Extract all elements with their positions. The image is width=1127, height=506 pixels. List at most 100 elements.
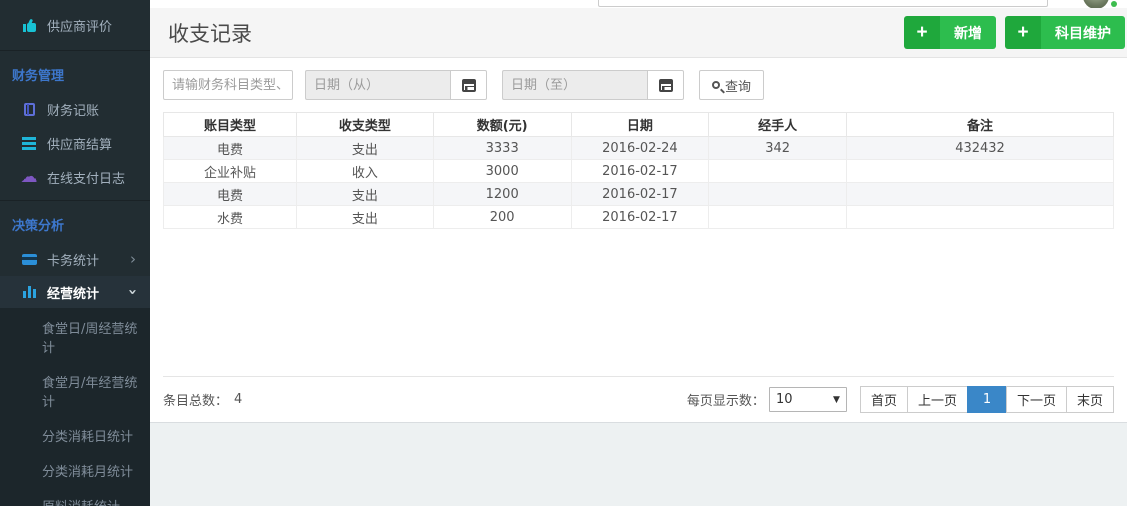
cell: 2016-02-17 <box>571 183 709 206</box>
col-handler: 经手人 <box>709 113 847 137</box>
cell: 2016-02-17 <box>571 206 709 229</box>
page-size-value: 10 <box>776 392 793 407</box>
search-icon <box>712 81 720 89</box>
app-window: 供应商评价 财务管理 财务记账 供应商结算 ☁ 在线支付日志 决策分析 卡务统计… <box>0 0 1127 506</box>
sidebar-item-online-payment-log[interactable]: ☁ 在线支付日志 <box>0 160 150 194</box>
table-footer: 条目总数： 4 每页显示数： 10 ▼ 首页 上一页 1 下一页 末页 <box>163 376 1114 422</box>
sidebar-item-supplier-settlement[interactable]: 供应商结算 <box>0 126 150 160</box>
sidebar-item-label: 供应商评价 <box>47 16 150 35</box>
filter-bar: 查询 <box>163 70 1114 100</box>
status-dot-icon <box>1111 1 1117 7</box>
submenu-item-raw-material[interactable]: 原料消耗统计 <box>0 490 150 506</box>
pagination-last[interactable]: 末页 <box>1066 386 1114 413</box>
date-to-input[interactable] <box>502 70 647 100</box>
cell: 企业补贴 <box>164 160 297 183</box>
table-row[interactable]: 水费 支出 200 2016-02-17 <box>164 206 1114 229</box>
cell: 支出 <box>297 183 434 206</box>
pagination-next[interactable]: 下一页 <box>1006 386 1067 413</box>
pagination-prev[interactable]: 上一页 <box>907 386 968 413</box>
total-count-value: 4 <box>234 392 242 407</box>
submenu-item-category-daily[interactable]: 分类消耗日统计 <box>0 420 150 455</box>
calendar-icon-button[interactable] <box>450 70 487 100</box>
page-title: 收支记录 <box>168 18 252 48</box>
credit-card-icon <box>20 254 38 265</box>
plus-icon: + <box>904 16 940 49</box>
total-count-label: 条目总数： <box>163 390 228 409</box>
sidebar-item-label: 经营统计 <box>47 283 130 302</box>
table-header-row: 账目类型 收支类型 数额(元) 日期 经手人 备注 <box>164 113 1114 137</box>
sidebar-item-card-statistics[interactable]: 卡务统计 › <box>0 242 150 276</box>
col-account-type: 账目类型 <box>164 113 297 137</box>
cell: 432432 <box>847 137 1114 160</box>
subject-maintain-label: 科目维护 <box>1041 16 1125 49</box>
header-actions: + 新增 + 科目维护 <box>904 16 1125 49</box>
pagination-page-1[interactable]: 1 <box>967 386 1007 413</box>
cell: 电费 <box>164 137 297 160</box>
cell: 支出 <box>297 137 434 160</box>
cell: 支出 <box>297 206 434 229</box>
sidebar-item-business-statistics[interactable]: 经营统计 › <box>0 276 150 308</box>
select-arrow-icon: ▼ <box>833 395 840 405</box>
sidebar-item-finance-bookkeeping[interactable]: 财务记账 <box>0 92 150 126</box>
content-header: 收支记录 + 新增 + 科目维护 <box>150 8 1127 58</box>
col-date: 日期 <box>571 113 709 137</box>
cell: 电费 <box>164 183 297 206</box>
sidebar-section-finance: 财务管理 <box>0 51 150 92</box>
topbar-search-input[interactable] <box>598 0 1048 7</box>
cell: 2016-02-24 <box>571 137 709 160</box>
calendar-icon <box>659 79 673 92</box>
top-navbar-partial <box>150 0 1127 8</box>
subject-maintain-button[interactable]: + 科目维护 <box>1005 16 1125 49</box>
submenu-item-canteen-monthly-yearly[interactable]: 食堂月/年经营统计 <box>0 366 150 420</box>
cell <box>847 206 1114 229</box>
keyword-input[interactable] <box>163 70 293 100</box>
date-from-group <box>305 70 487 100</box>
sidebar-item-label: 财务记账 <box>47 100 150 119</box>
table-row[interactable]: 电费 支出 1200 2016-02-17 <box>164 183 1114 206</box>
sidebar-item-label: 卡务统计 <box>47 250 130 269</box>
date-from-input[interactable] <box>305 70 450 100</box>
submenu-item-canteen-daily-weekly[interactable]: 食堂日/周经营统计 <box>0 312 150 366</box>
cloud-icon: ☁ <box>20 171 38 184</box>
sidebar: 供应商评价 财务管理 财务记账 供应商结算 ☁ 在线支付日志 决策分析 卡务统计… <box>0 0 150 506</box>
sidebar-submenu: 食堂日/周经营统计 食堂月/年经营统计 分类消耗日统计 分类消耗月统计 原料消耗… <box>0 308 150 506</box>
cell: 收入 <box>297 160 434 183</box>
pagination: 首页 上一页 1 下一页 末页 <box>861 386 1114 413</box>
col-amount: 数额(元) <box>433 113 571 137</box>
cell: 3000 <box>433 160 571 183</box>
submenu-item-category-monthly[interactable]: 分类消耗月统计 <box>0 455 150 490</box>
page-background <box>150 422 1127 506</box>
thumbs-up-icon <box>20 19 38 32</box>
sidebar-item-supplier-evaluation[interactable]: 供应商评价 <box>0 0 150 44</box>
cell: 水费 <box>164 206 297 229</box>
avatar[interactable] <box>1083 0 1109 8</box>
records-table: 账目类型 收支类型 数额(元) 日期 经手人 备注 电费 支出 3333 201… <box>163 112 1114 229</box>
bar-chart-icon <box>20 286 38 298</box>
calendar-icon-button[interactable] <box>647 70 684 100</box>
cell: 2016-02-17 <box>571 160 709 183</box>
add-button[interactable]: + 新增 <box>904 16 996 49</box>
table-row[interactable]: 电费 支出 3333 2016-02-24 342 432432 <box>164 137 1114 160</box>
sidebar-item-label: 供应商结算 <box>47 134 150 153</box>
date-to-group <box>502 70 684 100</box>
calendar-icon <box>462 79 476 92</box>
page-size-label: 每页显示数： <box>687 390 765 409</box>
query-button[interactable]: 查询 <box>699 70 764 100</box>
table-row[interactable]: 企业补贴 收入 3000 2016-02-17 <box>164 160 1114 183</box>
page-size-select[interactable]: 10 ▼ <box>769 387 847 412</box>
list-icon <box>20 137 38 150</box>
pagination-first[interactable]: 首页 <box>860 386 908 413</box>
cell: 342 <box>709 137 847 160</box>
cell <box>847 160 1114 183</box>
add-button-label: 新增 <box>940 16 996 49</box>
cell <box>847 183 1114 206</box>
records-panel: 查询 账目类型 收支类型 数额(元) 日期 经手人 备注 <box>150 58 1127 422</box>
cell <box>709 206 847 229</box>
sidebar-section-decision-analysis: 决策分析 <box>0 201 150 242</box>
cell: 1200 <box>433 183 571 206</box>
cell <box>709 183 847 206</box>
cell: 3333 <box>433 137 571 160</box>
col-remark: 备注 <box>847 113 1114 137</box>
chevron-down-icon: › <box>124 289 142 295</box>
cell: 200 <box>433 206 571 229</box>
